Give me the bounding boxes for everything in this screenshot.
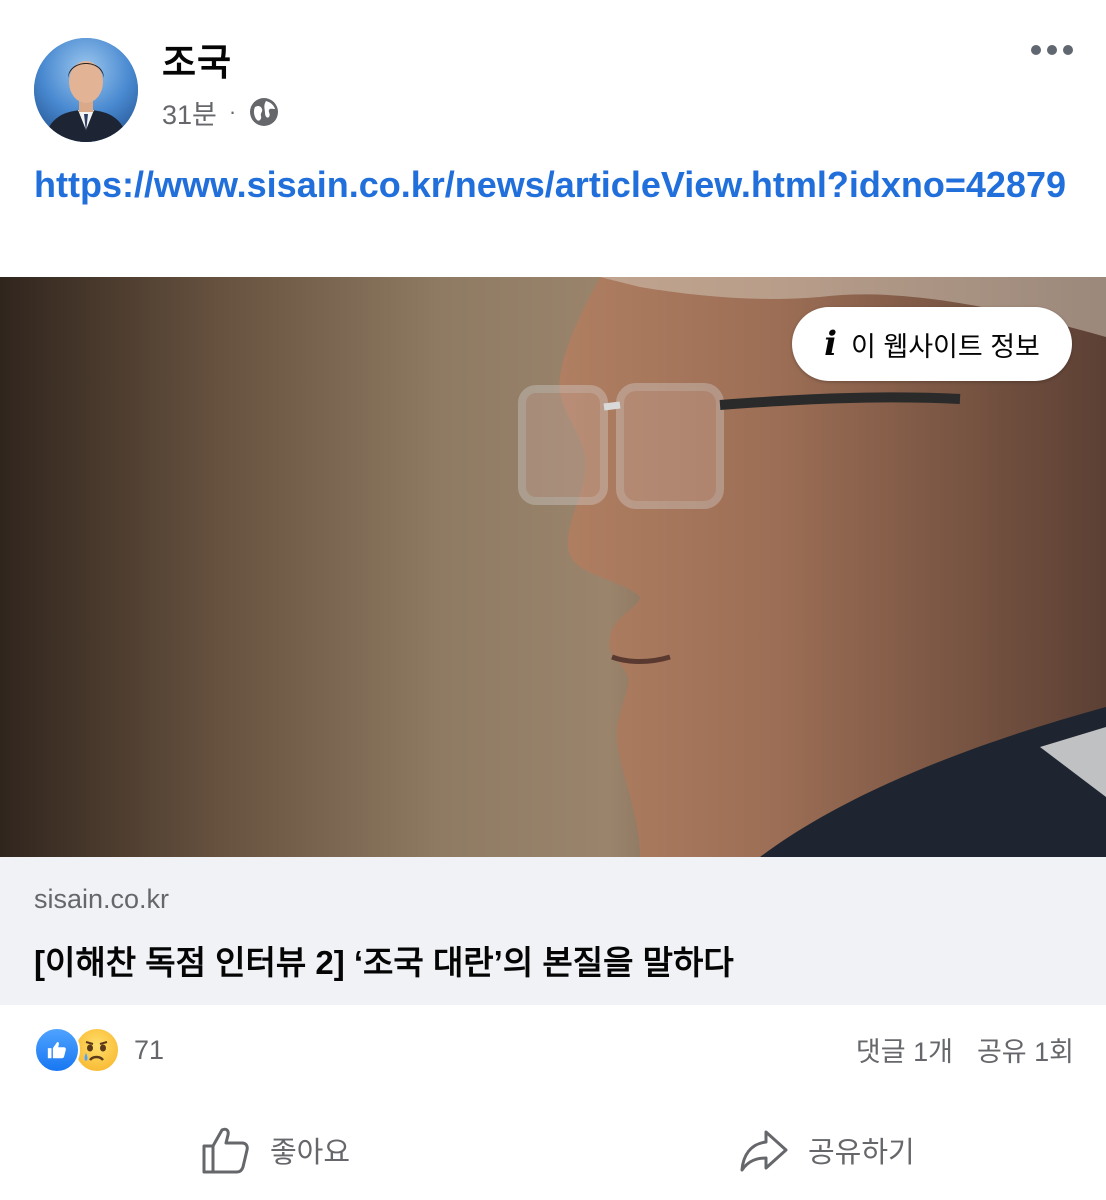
post-time[interactable]: 31분 [162, 93, 217, 132]
meta-separator: · [228, 99, 237, 124]
like-label: 좋아요 [270, 1137, 351, 1169]
thumbs-up-icon [202, 1127, 249, 1174]
sad-icon [74, 1027, 120, 1073]
more-options-button[interactable] [1024, 30, 1080, 70]
globe-icon[interactable] [248, 96, 280, 128]
share-button[interactable]: 공유하기 [738, 1120, 915, 1180]
comment-count[interactable]: 댓글 1개 [856, 1030, 953, 1069]
facebook-post: 조국 31분 · https://www.sisain.co.kr/news/a… [0, 0, 1106, 1200]
profile-photo [34, 38, 138, 142]
share-label: 공유하기 [808, 1137, 915, 1169]
author-name[interactable]: 조국 [162, 32, 232, 86]
reactions-summary[interactable]: 71 [34, 1027, 165, 1073]
link-title[interactable]: [이해찬 독점 인터뷰 2] ‘조국 대란’의 본질을 말하다 [34, 936, 734, 984]
info-icon: i [824, 324, 838, 364]
share-arrow-icon [740, 1130, 788, 1172]
post-link[interactable]: https://www.sisain.co.kr/news/articleVie… [34, 160, 1074, 210]
more-dots-icon [1063, 45, 1073, 55]
avatar[interactable] [34, 38, 138, 142]
like-icon [34, 1027, 80, 1073]
more-dots-icon [1031, 45, 1041, 55]
more-dots-icon [1047, 45, 1057, 55]
post-meta: 31분 · [162, 92, 280, 132]
website-info-button[interactable]: i 이 웹사이트 정보 [792, 307, 1072, 381]
reaction-count: 71 [134, 1034, 165, 1065]
website-info-label: 이 웹사이트 정보 [851, 331, 1040, 362]
share-count[interactable]: 공유 1회 [977, 1030, 1074, 1069]
post-stats: 댓글 1개 공유 1회 [856, 1030, 1074, 1069]
link-domain: sisain.co.kr [34, 884, 170, 914]
like-button[interactable]: 좋아요 [200, 1120, 350, 1180]
